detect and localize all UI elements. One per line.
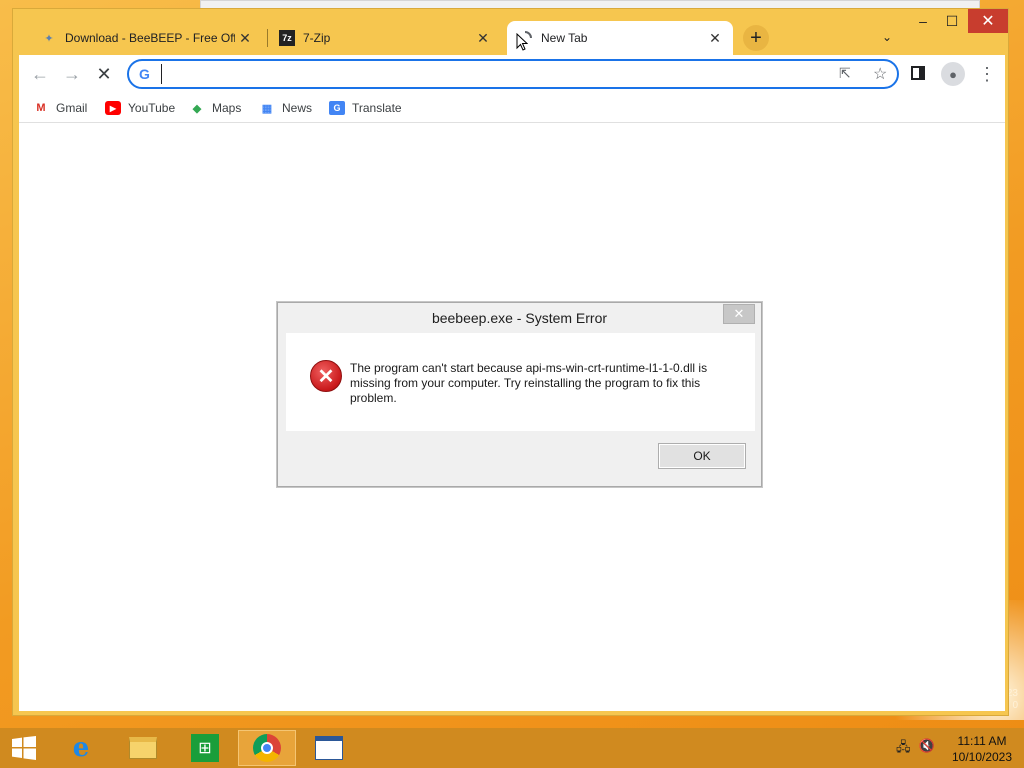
file-explorer-icon bbox=[129, 737, 157, 759]
tab-new-tab[interactable]: New Tab ✕ bbox=[507, 21, 733, 55]
google-icon: G bbox=[139, 66, 150, 82]
youtube-icon: ▶ bbox=[105, 101, 121, 115]
dialog-title: beebeep.exe - System Error bbox=[431, 310, 608, 326]
app-window-icon bbox=[315, 736, 343, 760]
internet-explorer-icon: e bbox=[72, 733, 90, 763]
chrome-icon bbox=[253, 734, 281, 762]
bookmark-label: Gmail bbox=[56, 101, 88, 115]
stop-loading-button[interactable]: ✕ bbox=[91, 61, 117, 87]
address-input[interactable] bbox=[161, 64, 821, 84]
maps-icon: ◆ bbox=[192, 102, 202, 115]
browser-menu-icon[interactable]: ⋮ bbox=[977, 62, 997, 86]
bookmark-label: Maps bbox=[212, 101, 242, 115]
tab-title: New Tab bbox=[541, 31, 588, 45]
windows-logo-icon bbox=[12, 736, 36, 760]
tab-title: Download - BeeBEEP - Free Offic bbox=[65, 31, 235, 45]
taskbar-chrome[interactable] bbox=[238, 730, 296, 766]
tab-strip: ✦ Download - BeeBEEP - Free Offic ✕ 7z 7… bbox=[13, 9, 1008, 55]
tab-separator bbox=[267, 29, 268, 47]
network-icon[interactable]: 🖧 bbox=[896, 738, 911, 758]
7zip-favicon-icon: 7z bbox=[279, 30, 295, 46]
bookmark-label: YouTube bbox=[128, 101, 176, 115]
dialog-footer: OK bbox=[286, 431, 755, 481]
tab-title: 7-Zip bbox=[303, 31, 331, 45]
start-button[interactable] bbox=[0, 730, 48, 766]
minimize-button[interactable]: – bbox=[908, 9, 938, 33]
profile-avatar-icon[interactable]: ● bbox=[941, 62, 965, 86]
dialog-body: ✕ The program can't start because api-ms… bbox=[286, 333, 755, 431]
bookmark-star-icon[interactable]: ☆ bbox=[873, 64, 887, 84]
tab-close-icon[interactable]: ✕ bbox=[235, 28, 255, 48]
taskbar: e ⊞ 🖧 🔇 11:11 AM 10/10/2023 bbox=[0, 728, 1024, 768]
clock-date: 10/10/2023 bbox=[951, 750, 1013, 764]
taskbar-app-window[interactable] bbox=[300, 730, 358, 766]
bookmark-label: News bbox=[282, 101, 313, 115]
close-window-button[interactable]: ✕ bbox=[968, 9, 1008, 33]
tab-close-icon[interactable]: ✕ bbox=[473, 28, 493, 48]
bookmark-news[interactable]: ▦ News bbox=[259, 97, 312, 119]
forward-button[interactable]: → bbox=[59, 61, 85, 87]
taskbar-internet-explorer[interactable]: e bbox=[52, 730, 110, 766]
translate-icon: G bbox=[329, 101, 345, 115]
share-icon[interactable]: ⇱ bbox=[839, 65, 851, 82]
tab-search-chevron-icon[interactable]: ⌄ bbox=[877, 27, 897, 47]
store-icon: ⊞ bbox=[191, 734, 219, 762]
maximize-button[interactable]: ☐ bbox=[938, 9, 966, 33]
bookmark-translate[interactable]: G Translate bbox=[329, 97, 402, 119]
bookmark-gmail[interactable]: M Gmail bbox=[33, 97, 87, 119]
taskbar-store[interactable]: ⊞ bbox=[176, 730, 234, 766]
volume-muted-icon[interactable]: 🔇 bbox=[919, 738, 935, 758]
error-message: The program can't start because api-ms-w… bbox=[350, 361, 708, 405]
dialog-close-button[interactable]: ✕ bbox=[723, 304, 755, 324]
error-icon: ✕ bbox=[310, 360, 342, 392]
tab-close-icon[interactable]: ✕ bbox=[705, 28, 725, 48]
bookmarks-bar: M Gmail ▶ YouTube ◆ Maps ▦ News G Transl… bbox=[19, 93, 1005, 123]
side-panel-icon[interactable] bbox=[911, 66, 925, 80]
tab-beebeep-download[interactable]: ✦ Download - BeeBEEP - Free Offic ✕ bbox=[31, 21, 263, 55]
taskbar-clock[interactable]: 11:11 AM 10/10/2023 bbox=[944, 733, 1020, 765]
bookmark-youtube[interactable]: ▶ YouTube bbox=[105, 97, 175, 119]
address-bar[interactable]: G ⇱ ☆ bbox=[127, 59, 899, 89]
taskbar-file-explorer[interactable] bbox=[114, 730, 172, 766]
new-tab-button[interactable]: + bbox=[743, 25, 769, 51]
ok-button[interactable]: OK bbox=[658, 443, 746, 469]
beebeep-favicon-icon: ✦ bbox=[44, 32, 54, 45]
system-tray: 🖧 🔇 bbox=[896, 738, 936, 758]
news-icon: ▦ bbox=[261, 102, 273, 115]
gmail-icon: M bbox=[36, 102, 46, 114]
bookmark-label: Translate bbox=[352, 101, 402, 115]
mouse-cursor-icon bbox=[516, 33, 528, 51]
browser-toolbar: ← → ✕ G ⇱ ☆ ● ⋮ bbox=[19, 55, 1005, 93]
clock-time: 11:11 AM bbox=[957, 734, 1007, 748]
system-error-dialog: beebeep.exe - System Error ✕ ✕ The progr… bbox=[277, 302, 762, 487]
tab-7zip[interactable]: 7z 7-Zip ✕ bbox=[269, 21, 501, 55]
back-button[interactable]: ← bbox=[27, 61, 53, 87]
bookmark-maps[interactable]: ◆ Maps bbox=[189, 97, 242, 119]
